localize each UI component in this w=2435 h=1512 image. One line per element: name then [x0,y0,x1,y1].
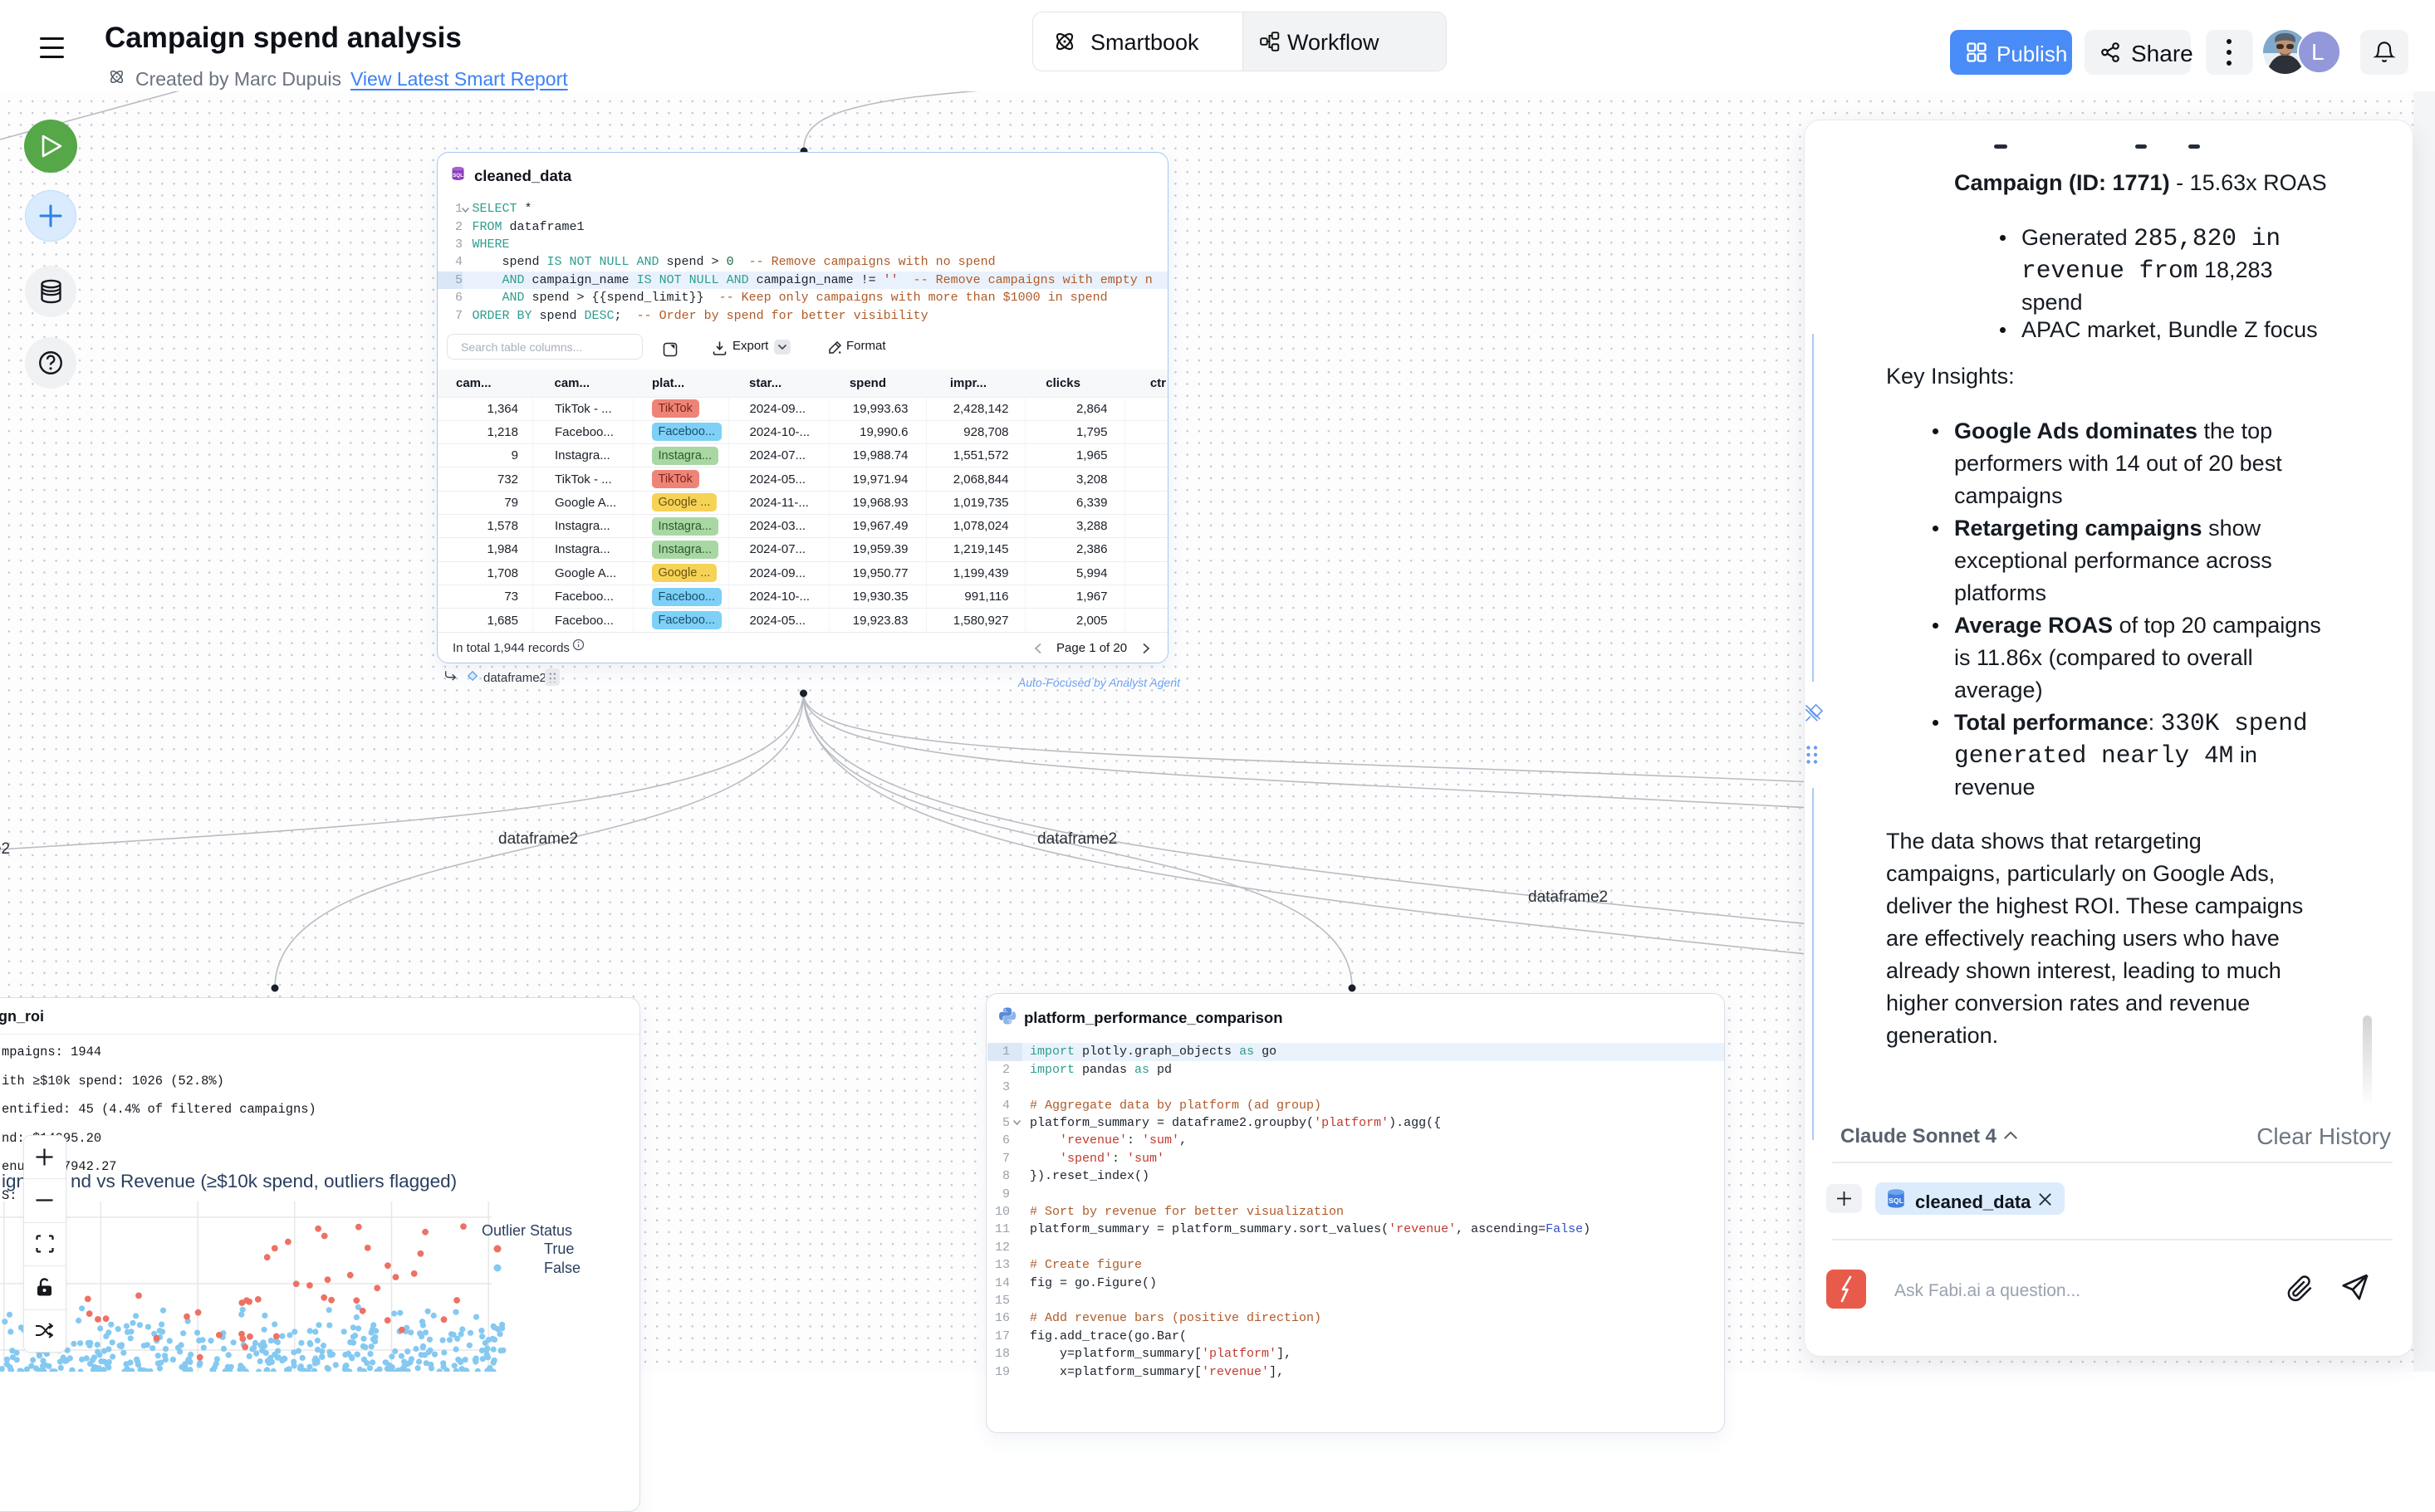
svg-text:SQL: SQL [453,173,463,179]
svg-text:SQL: SQL [1889,1196,1903,1205]
